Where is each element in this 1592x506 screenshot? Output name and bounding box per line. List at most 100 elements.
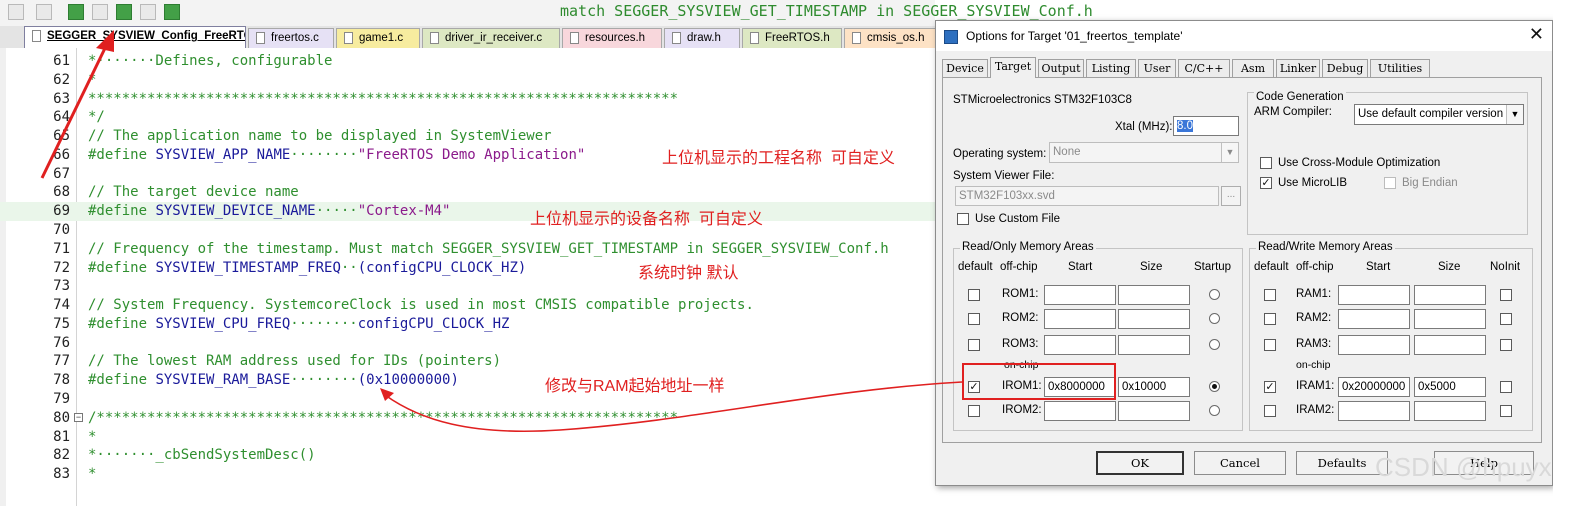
dialog-tab-asm[interactable]: Asm bbox=[1232, 59, 1274, 77]
dialog-tab-cc[interactable]: C/C++ bbox=[1178, 59, 1230, 77]
ram-default-checkbox[interactable] bbox=[1264, 339, 1276, 351]
code-line[interactable]: 62 * bbox=[0, 71, 935, 90]
code-line[interactable]: 69 #define SYSVIEW_DEVICE_NAME·····"Corte… bbox=[0, 202, 935, 222]
ram-size-input[interactable] bbox=[1414, 401, 1486, 421]
code-line[interactable]: 83 * bbox=[0, 465, 935, 484]
custom-file-checkbox[interactable] bbox=[957, 213, 969, 225]
code-line[interactable]: 72 #define SYSVIEW_TIMESTAMP_FREQ··(confi… bbox=[0, 259, 935, 278]
code-token: // The application name to be displayed … bbox=[88, 128, 552, 145]
rom-start-input[interactable] bbox=[1044, 285, 1116, 305]
code-line[interactable]: 81 * bbox=[0, 428, 935, 447]
rom-size-input[interactable]: 0x10000 bbox=[1118, 377, 1190, 397]
ram-default-checkbox[interactable] bbox=[1264, 289, 1276, 301]
toolbar-button-green-3[interactable] bbox=[164, 4, 180, 20]
code-line[interactable]: 77 // The lowest RAM address used for IDs… bbox=[0, 352, 935, 371]
ram-size-input[interactable] bbox=[1414, 335, 1486, 355]
rom-size-input[interactable] bbox=[1118, 285, 1190, 305]
code-line[interactable]: 74 // System Frequency. SystemcoreClock i… bbox=[0, 296, 935, 315]
dialog-tab-output[interactable]: Output bbox=[1038, 59, 1084, 77]
ram-start-input[interactable] bbox=[1338, 401, 1410, 421]
toolbar-button-green-2[interactable] bbox=[116, 4, 132, 20]
tab-5[interactable]: draw.h bbox=[664, 28, 740, 48]
toolbar-button-green-1[interactable] bbox=[68, 4, 84, 20]
code-line[interactable]: 82 *·······_cbSendSystemDesc() bbox=[0, 446, 935, 465]
code-line[interactable]: 76 bbox=[0, 334, 935, 353]
dialog-tab-device[interactable]: Device bbox=[942, 59, 988, 77]
noinit-checkbox[interactable] bbox=[1500, 381, 1512, 393]
dialog-tab-listing[interactable]: Listing bbox=[1086, 59, 1136, 77]
rom-start-input[interactable] bbox=[1044, 401, 1116, 421]
tab-6[interactable]: FreeRTOS.h bbox=[742, 28, 842, 48]
code-token: SYSVIEW_DEVICE_NAME bbox=[155, 203, 316, 220]
ram-default-checkbox[interactable]: ✓ bbox=[1264, 381, 1276, 393]
ram-start-input[interactable] bbox=[1338, 285, 1410, 305]
rom-default-checkbox[interactable] bbox=[968, 339, 980, 351]
code-line[interactable]: 80−/************************************… bbox=[0, 409, 935, 428]
ram-default-checkbox[interactable] bbox=[1264, 313, 1276, 325]
tab-3[interactable]: driver_ir_receiver.c bbox=[422, 28, 560, 48]
ram-size-input[interactable] bbox=[1414, 309, 1486, 329]
startup-radio[interactable] bbox=[1209, 339, 1220, 350]
xtal-input[interactable]: 8.0 bbox=[1173, 116, 1239, 136]
ram-default-checkbox[interactable] bbox=[1264, 405, 1276, 417]
noinit-checkbox[interactable] bbox=[1500, 289, 1512, 301]
startup-radio[interactable] bbox=[1209, 313, 1220, 324]
noinit-checkbox[interactable] bbox=[1500, 405, 1512, 417]
ram-start-input[interactable] bbox=[1338, 309, 1410, 329]
tab-1[interactable]: freertos.c bbox=[248, 28, 334, 48]
noinit-checkbox[interactable] bbox=[1500, 339, 1512, 351]
tab-4[interactable]: resources.h bbox=[562, 28, 662, 48]
toolbar-button-1[interactable] bbox=[8, 4, 24, 20]
close-icon[interactable]: ✕ bbox=[1529, 24, 1544, 45]
browse-button[interactable]: ... bbox=[1221, 186, 1241, 206]
code-line[interactable]: 64 */ bbox=[0, 108, 935, 127]
fold-toggle-icon[interactable]: − bbox=[74, 412, 83, 422]
ram-start-input[interactable] bbox=[1338, 335, 1410, 355]
rom-default-checkbox[interactable] bbox=[968, 313, 980, 325]
tab-7[interactable]: cmsis_os.h bbox=[844, 28, 936, 48]
rom-size-input[interactable] bbox=[1118, 401, 1190, 421]
rom-size-input[interactable] bbox=[1118, 309, 1190, 329]
code-line[interactable]: 79 bbox=[0, 390, 935, 409]
startup-radio[interactable] bbox=[1209, 405, 1220, 416]
tab-2[interactable]: game1.c bbox=[336, 28, 420, 48]
dialog-tab-user[interactable]: User bbox=[1138, 59, 1176, 77]
big-endian-checkbox[interactable] bbox=[1384, 177, 1396, 189]
noinit-checkbox[interactable] bbox=[1500, 313, 1512, 325]
code-line[interactable]: 61 *·······Defines, configurable bbox=[0, 52, 935, 71]
code-line[interactable]: 63 **************************************… bbox=[0, 90, 935, 109]
code-line[interactable]: 68 // The target device name bbox=[0, 183, 935, 202]
cancel-button[interactable]: Cancel bbox=[1194, 451, 1286, 475]
rom-default-checkbox[interactable] bbox=[968, 405, 980, 417]
code-editor[interactable]: 61 *·······Defines, configurable 62 * 63 ****… bbox=[0, 48, 935, 506]
microlib-checkbox[interactable]: ✓ bbox=[1260, 177, 1272, 189]
toolbar-button-4[interactable] bbox=[140, 4, 156, 20]
rom-default-checkbox[interactable] bbox=[968, 289, 980, 301]
ok-button[interactable]: OK bbox=[1096, 451, 1184, 475]
rom-start-input[interactable] bbox=[1044, 335, 1116, 355]
line-number: 77 bbox=[53, 353, 70, 370]
os-select[interactable]: None ▼ bbox=[1049, 142, 1239, 163]
startup-radio[interactable] bbox=[1209, 381, 1220, 392]
code-line[interactable]: 75 #define SYSVIEW_CPU_FREQ········config… bbox=[0, 315, 935, 334]
cross-module-checkbox[interactable] bbox=[1260, 157, 1272, 169]
tab-0[interactable]: SEGGER_SYSVIEW_Config_FreeRTOS.c bbox=[24, 26, 246, 49]
arm-compiler-select[interactable]: Use default compiler version 5 ▼ bbox=[1354, 104, 1524, 125]
rom-start-input[interactable] bbox=[1044, 309, 1116, 329]
dialog-tab-utilities[interactable]: Utilities bbox=[1370, 59, 1430, 77]
ram-size-input[interactable]: 0x5000 bbox=[1414, 377, 1486, 397]
code-line[interactable]: 70 bbox=[0, 221, 935, 240]
code-line[interactable]: 71 // Frequency of the timestamp. Must ma… bbox=[0, 240, 935, 259]
dialog-tab-debug[interactable]: Debug bbox=[1322, 59, 1368, 77]
ram-size-input[interactable] bbox=[1414, 285, 1486, 305]
svf-input[interactable]: STM32F103xx.svd bbox=[955, 186, 1219, 206]
toolbar-button-2[interactable] bbox=[36, 4, 52, 20]
startup-radio[interactable] bbox=[1209, 289, 1220, 300]
code-line[interactable]: 78 #define SYSVIEW_RAM_BASE········(0x100… bbox=[0, 371, 935, 390]
dialog-tab-linker[interactable]: Linker bbox=[1276, 59, 1320, 77]
rom-size-input[interactable] bbox=[1118, 335, 1190, 355]
code-line[interactable]: 73 bbox=[0, 277, 935, 296]
dialog-tab-target[interactable]: Target bbox=[990, 57, 1036, 78]
toolbar-button-3[interactable] bbox=[92, 4, 108, 20]
ram-start-input[interactable]: 0x20000000 bbox=[1338, 377, 1410, 397]
